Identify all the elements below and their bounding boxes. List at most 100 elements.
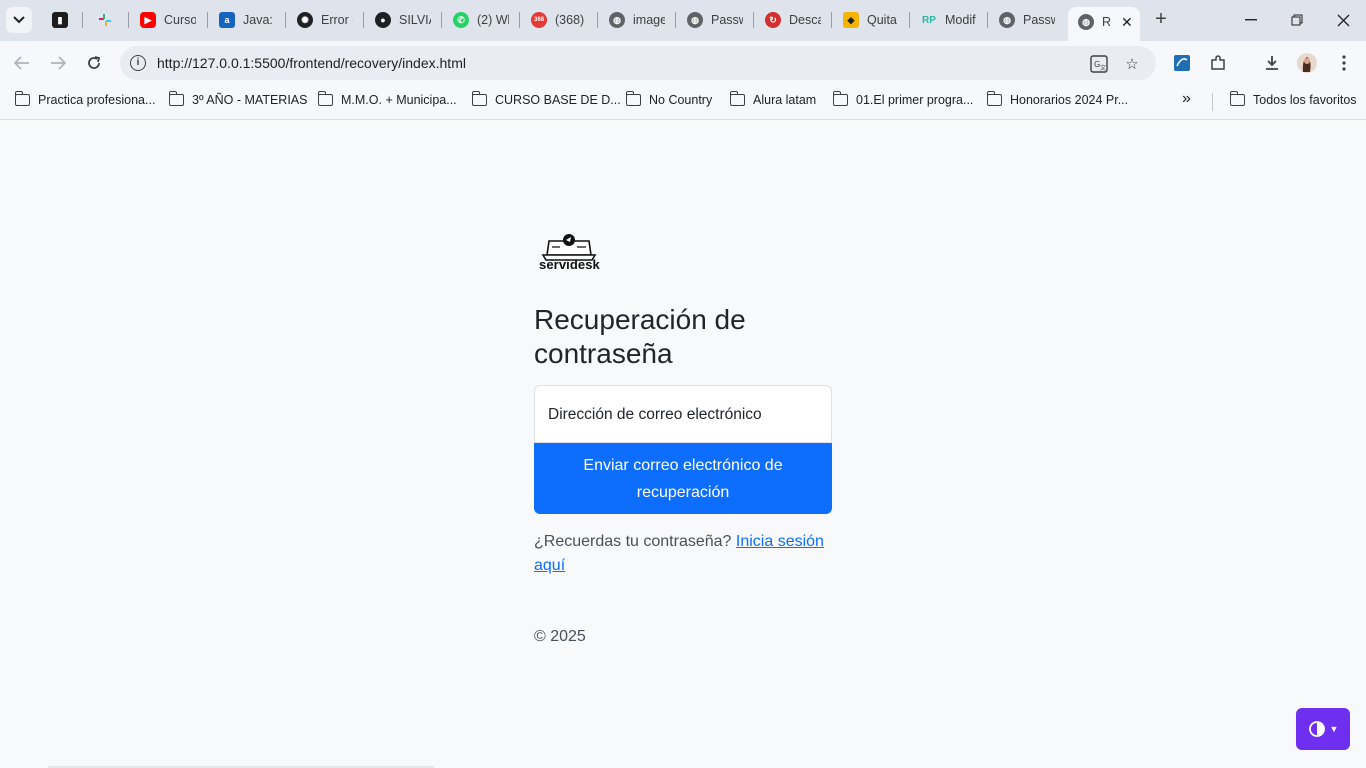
- tab-title: Passw: [711, 13, 743, 27]
- all-bookmarks-folder[interactable]: Todos los favoritos: [1229, 91, 1357, 107]
- forward-button[interactable]: [46, 51, 70, 75]
- login-prompt-text: ¿Recuerdas tu contraseña?: [534, 533, 732, 550]
- github-icon: ●: [375, 12, 391, 28]
- close-tab-icon[interactable]: ✕: [1121, 14, 1133, 31]
- graduation-icon: ◆: [843, 12, 859, 28]
- reload-button[interactable]: [82, 51, 106, 75]
- bookmark-folder[interactable]: Practica profesiona...: [14, 91, 156, 107]
- svg-text:文: 文: [1100, 64, 1106, 72]
- more-menu-icon[interactable]: [1332, 51, 1356, 75]
- restore-icon: [1291, 14, 1303, 26]
- tab-title: Modif: [945, 13, 976, 27]
- bookmark-folder[interactable]: CURSO BASE DE D...: [471, 91, 621, 107]
- tab-6[interactable]: ✆ (2) Wl: [453, 7, 509, 33]
- folder-icon: [729, 91, 745, 106]
- bookmark-folder[interactable]: 3º AÑO - MATERIAS: [168, 91, 308, 107]
- chevron-down-icon: [13, 16, 25, 24]
- tab-3[interactable]: a Java: c: [219, 7, 275, 33]
- reload-icon: [88, 56, 101, 69]
- tab-title: Error -: [321, 13, 353, 27]
- bookmarks-overflow-button[interactable]: »: [1182, 90, 1191, 108]
- bookmark-label: 3º AÑO - MATERIAS: [192, 93, 308, 107]
- tab-title: Quita: [867, 13, 897, 27]
- profile-avatar[interactable]: [1295, 51, 1319, 75]
- extensions-puzzle-icon[interactable]: [1206, 51, 1230, 75]
- tab-7[interactable]: 368 (368): [531, 7, 587, 33]
- bookmark-folder[interactable]: Honorarios 2024 Pr...: [986, 91, 1129, 107]
- address-bar[interactable]: i http://127.0.0.1:5500/frontend/recover…: [120, 46, 1156, 80]
- tab-9[interactable]: ◍ Passw: [687, 7, 743, 33]
- contrast-icon: [1308, 721, 1325, 737]
- tab-search-button[interactable]: [6, 7, 32, 33]
- caret-down-icon: ▼: [1329, 724, 1339, 734]
- tab-2[interactable]: ▶ Curso: [140, 7, 196, 33]
- globe-icon: ◍: [1078, 14, 1094, 30]
- downloads-icon[interactable]: [1260, 51, 1284, 75]
- folder-icon: [832, 91, 848, 106]
- download-site-icon: ↻: [765, 12, 781, 28]
- arrow-right-icon: [51, 56, 66, 70]
- email-field[interactable]: Dirección de correo electrónico: [534, 385, 832, 443]
- bookmark-folder[interactable]: Alura latam: [729, 91, 816, 107]
- tab-title: Desca: [789, 13, 821, 27]
- tab-title: Passw: [1023, 13, 1055, 27]
- bookmarks-divider: [1212, 93, 1213, 111]
- extension-app-icon[interactable]: [1170, 51, 1194, 75]
- logo-text: servidesk: [539, 257, 600, 272]
- folder-icon: [471, 91, 487, 106]
- folder-icon: [14, 91, 30, 106]
- minimize-button[interactable]: [1236, 8, 1266, 32]
- tab-11[interactable]: ◆ Quita: [843, 7, 899, 33]
- whatsapp-icon: ✆: [453, 12, 469, 28]
- theme-toggle-button[interactable]: ▼: [1296, 708, 1350, 750]
- slack-icon: [97, 12, 113, 28]
- email-field-label: Dirección de correo electrónico: [548, 406, 762, 423]
- login-prompt: ¿Recuerdas tu contraseña? Inicia sesión …: [534, 530, 834, 578]
- close-icon: [1337, 14, 1349, 26]
- tab-1[interactable]: [97, 7, 121, 33]
- restore-button[interactable]: [1282, 8, 1312, 32]
- bookmark-folder[interactable]: 01.El primer progra...: [832, 91, 974, 107]
- bookmark-folder[interactable]: M.M.O. + Municipa...: [317, 91, 457, 107]
- tab-5[interactable]: ● SILVIA: [375, 7, 431, 33]
- tab-title: (368): [555, 13, 585, 27]
- bookmark-label: No Country: [649, 93, 713, 107]
- tab-strip: ▮ ▶ Curso a Java: c ✺ Error - ● SILVIA ✆…: [0, 0, 1366, 41]
- bookmark-label: Practica profesiona...: [38, 93, 156, 107]
- bookmark-label: M.M.O. + Municipa...: [341, 93, 457, 107]
- bookmark-label: Todos los favoritos: [1253, 93, 1357, 107]
- url-text[interactable]: http://127.0.0.1:5500/frontend/recovery/…: [157, 55, 466, 71]
- tab-4[interactable]: ✺ Error -: [297, 7, 353, 33]
- bookmark-star-icon[interactable]: ☆: [1123, 55, 1141, 73]
- new-tab-button[interactable]: +: [1150, 8, 1172, 30]
- translate-icon[interactable]: G文: [1090, 55, 1108, 73]
- site-info-icon[interactable]: i: [130, 55, 146, 71]
- tab-12[interactable]: RP Modif: [921, 7, 977, 33]
- trello-icon: ▮: [52, 12, 68, 28]
- bookmark-folder[interactable]: No Country: [625, 91, 713, 107]
- tab-title: Curso: [164, 13, 196, 27]
- globe-icon: ◍: [687, 12, 703, 28]
- tab-title: SILVIA: [399, 13, 431, 27]
- arrow-left-icon: [14, 56, 29, 70]
- bookmark-label: Honorarios 2024 Pr...: [1010, 93, 1129, 107]
- tab-title: image: [633, 13, 665, 27]
- tab-active[interactable]: ◍ R ✕: [1068, 7, 1140, 41]
- tab-10[interactable]: ↻ Desca: [765, 7, 821, 33]
- bookmark-label: CURSO BASE DE D...: [495, 93, 621, 107]
- folder-icon: [1229, 91, 1245, 106]
- close-window-button[interactable]: [1328, 8, 1358, 32]
- tab-8[interactable]: ◍ image: [609, 7, 665, 33]
- tab-13[interactable]: ◍ Passw: [999, 7, 1055, 33]
- youtube-icon: ▶: [140, 12, 156, 28]
- folder-icon: [317, 91, 333, 106]
- alura-icon: a: [219, 12, 235, 28]
- globe-icon: ◍: [609, 12, 625, 28]
- minimize-icon: [1245, 19, 1257, 21]
- chatgpt-icon: ✺: [297, 12, 313, 28]
- browser-toolbar: i http://127.0.0.1:5500/frontend/recover…: [0, 41, 1366, 85]
- back-button[interactable]: [10, 51, 34, 75]
- tab-0[interactable]: ▮: [52, 7, 76, 33]
- send-recovery-email-button[interactable]: Enviar correo electrónico de recuperació…: [534, 443, 832, 514]
- bookmark-label: 01.El primer progra...: [856, 93, 974, 107]
